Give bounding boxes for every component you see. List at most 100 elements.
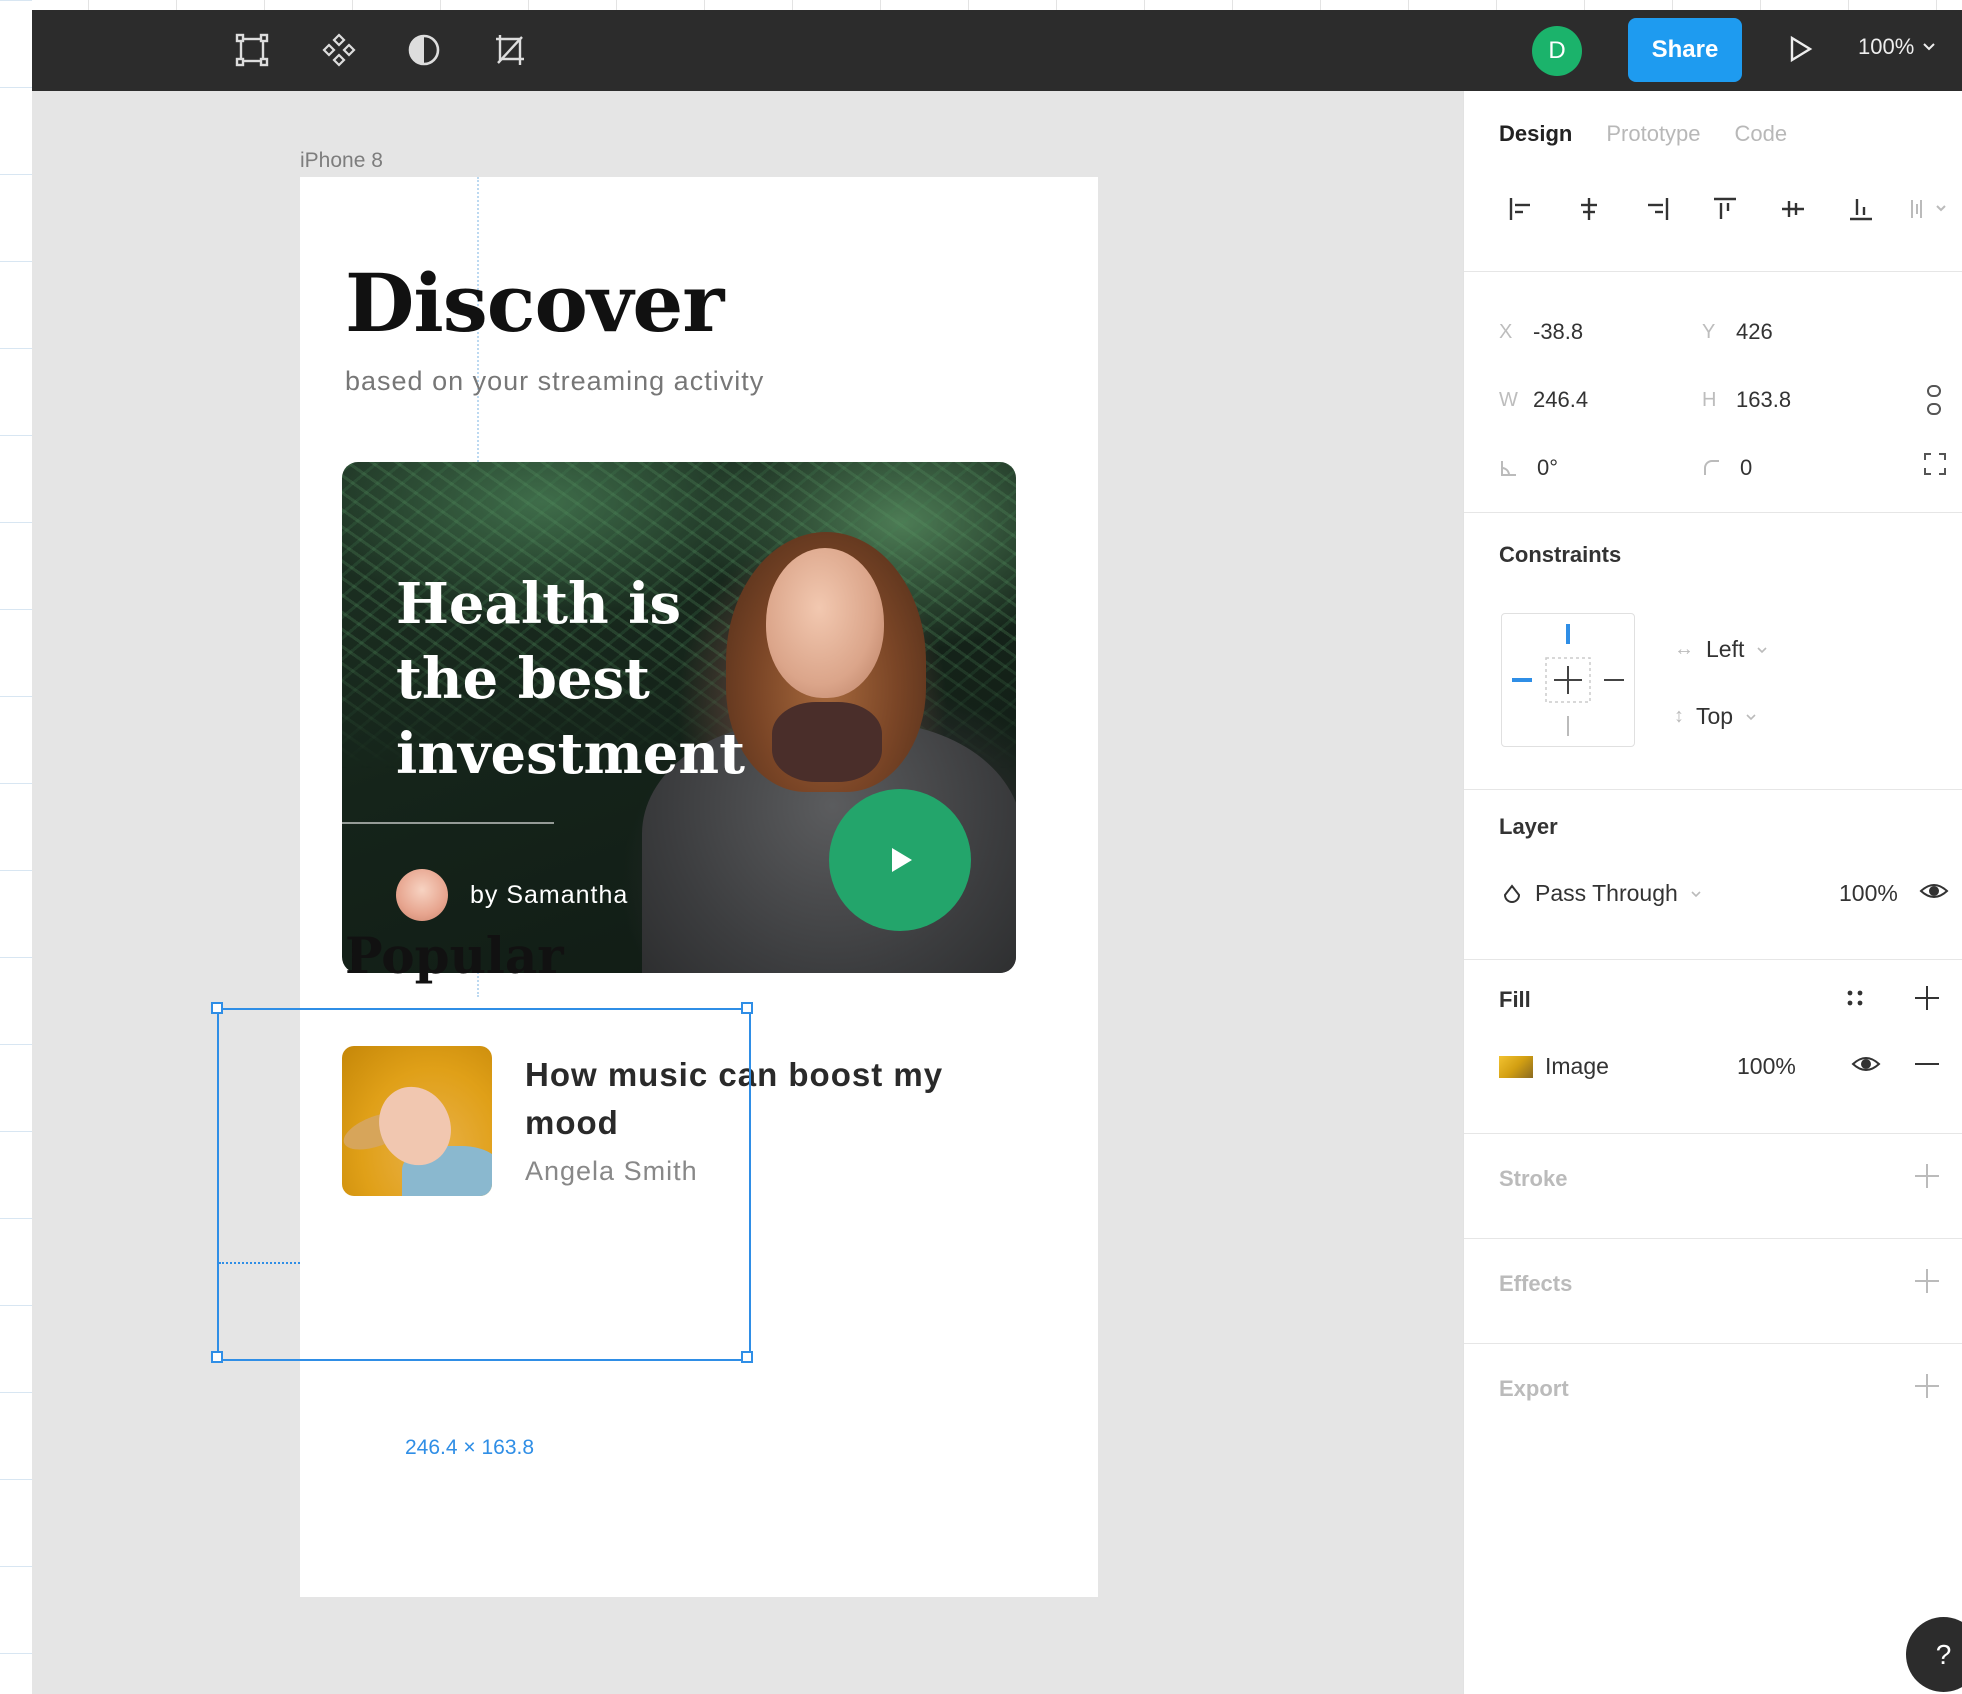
h-label: H bbox=[1702, 388, 1717, 411]
fill-title: Fill bbox=[1499, 987, 1531, 1012]
chevron-down-icon bbox=[1691, 890, 1701, 897]
hero-author[interactable]: by Samantha bbox=[470, 881, 628, 910]
x-label: X bbox=[1499, 320, 1513, 343]
divider bbox=[1464, 789, 1962, 790]
chevron-down-icon bbox=[1746, 713, 1756, 720]
fill-type: Image bbox=[1545, 1053, 1609, 1079]
blend-drop-icon bbox=[1503, 883, 1521, 903]
align-v-center-icon[interactable] bbox=[1771, 187, 1815, 231]
play-icon bbox=[892, 848, 912, 872]
resize-handle-tr[interactable] bbox=[741, 1002, 753, 1014]
align-h-center-icon[interactable] bbox=[1567, 187, 1611, 231]
align-top-icon[interactable] bbox=[1703, 187, 1747, 231]
constrain-proportions-icon[interactable] bbox=[1924, 383, 1944, 422]
w-value[interactable]: 246.4 bbox=[1533, 387, 1588, 413]
rotation-field[interactable]: 0° bbox=[1499, 455, 1558, 481]
component-icon[interactable] bbox=[317, 28, 361, 72]
author-avatar[interactable] bbox=[396, 869, 448, 921]
hero-photo-face bbox=[766, 548, 884, 698]
selection-size-label: 246.4 × 163.8 bbox=[405, 1436, 535, 1459]
frame-icon[interactable] bbox=[230, 28, 274, 72]
radius-value[interactable]: 0 bbox=[1740, 455, 1752, 481]
layer-opacity[interactable]: 100% bbox=[1839, 880, 1898, 907]
rotation-value[interactable]: 0° bbox=[1537, 455, 1558, 481]
present-play-icon[interactable] bbox=[1777, 26, 1823, 72]
share-button[interactable]: Share bbox=[1628, 18, 1742, 82]
add-effect-plus-icon[interactable] bbox=[1913, 1267, 1941, 1300]
distribute-icon[interactable] bbox=[1907, 187, 1951, 231]
design-app: D Share 100% iPhone 8 Discover based on … bbox=[32, 10, 1962, 1694]
add-stroke-plus-icon[interactable] bbox=[1913, 1162, 1941, 1195]
radius-field[interactable]: 0 bbox=[1702, 455, 1752, 481]
blend-mode-dropdown[interactable]: Pass Through bbox=[1501, 880, 1702, 907]
y-label: Y bbox=[1702, 320, 1716, 343]
properties-panel: Design Prototype Code X -38.8 Y 426 W 24… bbox=[1463, 91, 1962, 1694]
hero-play-button[interactable] bbox=[829, 789, 971, 931]
question-icon: ? bbox=[1935, 1638, 1952, 1670]
vertical-constraint-dropdown[interactable]: ↕ Top bbox=[1674, 703, 1757, 730]
align-left-icon[interactable] bbox=[1499, 187, 1543, 231]
zoom-value: 100% bbox=[1858, 34, 1915, 59]
export-title: Export bbox=[1499, 1376, 1569, 1401]
discover-heading[interactable]: Discover bbox=[345, 256, 724, 350]
vertical-arrows-icon: ↕ bbox=[1674, 705, 1684, 727]
popular-heading[interactable]: Popular bbox=[345, 926, 564, 985]
zoom-dropdown[interactable]: 100% bbox=[1858, 34, 1936, 60]
fill-row[interactable]: Image bbox=[1499, 1053, 1609, 1080]
divider bbox=[1464, 271, 1962, 272]
contrast-icon[interactable] bbox=[402, 28, 446, 72]
x-field[interactable]: X -38.8 bbox=[1499, 319, 1583, 345]
styles-grid-icon[interactable] bbox=[1844, 987, 1866, 1014]
chevron-down-icon bbox=[1757, 646, 1767, 653]
hero-card[interactable]: Health is the best investment by Samanth… bbox=[342, 462, 1016, 973]
rotation-icon bbox=[1501, 461, 1516, 476]
eye-icon[interactable] bbox=[1919, 881, 1949, 906]
hero-photo-scarf bbox=[772, 702, 882, 782]
w-field[interactable]: W 246.4 bbox=[1499, 387, 1588, 413]
x-value[interactable]: -38.8 bbox=[1533, 319, 1583, 345]
vertical-constraint-value: Top bbox=[1696, 703, 1734, 729]
chevron-down-icon bbox=[1923, 43, 1935, 51]
selection-box[interactable] bbox=[217, 1008, 751, 1361]
constraints-title: Constraints bbox=[1499, 542, 1622, 567]
add-fill-plus-icon[interactable] bbox=[1913, 984, 1941, 1017]
remove-fill-minus-icon[interactable] bbox=[1913, 1050, 1941, 1083]
alignment-toolbar bbox=[1499, 187, 1959, 231]
fill-opacity[interactable]: 100% bbox=[1737, 1053, 1796, 1080]
panel-tabs: Design Prototype Code bbox=[1499, 121, 1787, 147]
image-swatch[interactable] bbox=[1499, 1055, 1533, 1078]
discover-subtitle[interactable]: based on your streaming activity bbox=[345, 366, 764, 397]
layer-title: Layer bbox=[1499, 814, 1558, 839]
add-export-plus-icon[interactable] bbox=[1913, 1372, 1941, 1405]
outer-grid bbox=[0, 0, 32, 1694]
tab-code[interactable]: Code bbox=[1735, 121, 1788, 147]
tab-prototype[interactable]: Prototype bbox=[1606, 121, 1700, 147]
horizontal-arrows-icon: ↔ bbox=[1674, 638, 1694, 660]
resize-handle-br[interactable] bbox=[741, 1351, 753, 1363]
independent-corners-icon[interactable] bbox=[1922, 451, 1948, 482]
horizontal-constraint-dropdown[interactable]: ↔ Left bbox=[1674, 636, 1768, 663]
y-field[interactable]: Y 426 bbox=[1702, 319, 1773, 345]
hero-divider bbox=[342, 822, 554, 824]
outer-ruler bbox=[0, 0, 1962, 10]
divider bbox=[1464, 1343, 1962, 1344]
hero-title[interactable]: Health is the best investment bbox=[396, 567, 745, 792]
h-value[interactable]: 163.8 bbox=[1736, 387, 1791, 413]
canvas[interactable]: iPhone 8 Discover based on your streamin… bbox=[32, 91, 1463, 1694]
align-right-icon[interactable] bbox=[1635, 187, 1679, 231]
user-avatar[interactable]: D bbox=[1532, 26, 1582, 76]
divider bbox=[1464, 959, 1962, 960]
eye-icon[interactable] bbox=[1851, 1054, 1881, 1079]
h-field[interactable]: H 163.8 bbox=[1702, 387, 1791, 413]
y-value[interactable]: 426 bbox=[1736, 319, 1773, 345]
align-bottom-icon[interactable] bbox=[1839, 187, 1883, 231]
constraints-diagram[interactable] bbox=[1502, 614, 1634, 746]
top-toolbar: D Share 100% bbox=[32, 10, 1962, 91]
resize-handle-tl[interactable] bbox=[211, 1002, 223, 1014]
frame-label[interactable]: iPhone 8 bbox=[300, 149, 383, 173]
crop-icon[interactable] bbox=[487, 28, 531, 72]
tab-design[interactable]: Design bbox=[1499, 121, 1572, 147]
constraints-widget[interactable] bbox=[1501, 613, 1635, 747]
resize-handle-bl[interactable] bbox=[211, 1351, 223, 1363]
divider bbox=[1464, 1238, 1962, 1239]
